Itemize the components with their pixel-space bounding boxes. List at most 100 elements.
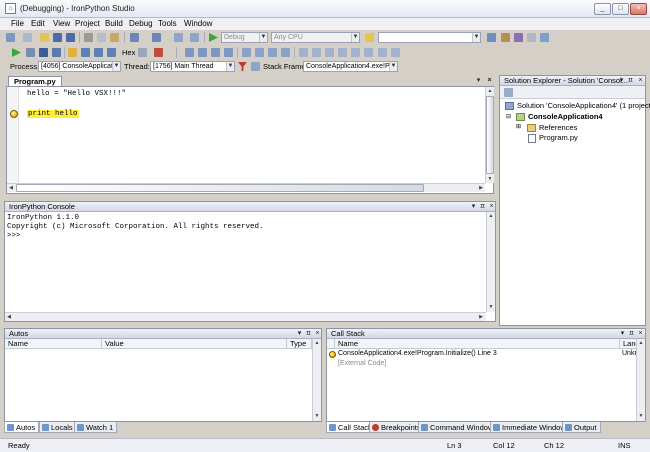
- tab-autos[interactable]: Autos: [4, 422, 40, 433]
- platform-select[interactable]: Any CPU ▼: [271, 32, 360, 43]
- toolbox-icon[interactable]: [527, 33, 536, 42]
- menu-debug[interactable]: Debug: [125, 18, 157, 30]
- stop-debugging-icon[interactable]: [39, 48, 48, 57]
- references-node[interactable]: References: [539, 123, 577, 132]
- solution-config-select[interactable]: Debug ▼: [221, 32, 268, 43]
- debug-windows-icon[interactable]: [154, 48, 163, 57]
- call-stack-row-1-name[interactable]: ConsoleApplication4.exe!Program.Initiali…: [338, 350, 497, 357]
- process-select[interactable]: [4056] ConsoleApplicatio ▼: [38, 61, 121, 72]
- uncomment-icon[interactable]: [281, 48, 290, 57]
- hex-toggle[interactable]: Hex: [122, 48, 135, 57]
- tab-immediate-window[interactable]: Immediate Window: [490, 422, 570, 433]
- find-in-files-icon[interactable]: [365, 33, 374, 42]
- scroll-down-icon[interactable]: ▼: [637, 412, 645, 420]
- editor-hscroll[interactable]: ◀ ▶: [7, 183, 485, 192]
- column-value[interactable]: Value: [102, 339, 287, 349]
- new-project-icon[interactable]: [6, 33, 15, 42]
- add-item-icon[interactable]: [23, 33, 32, 42]
- navigate-forward-icon[interactable]: [190, 33, 199, 42]
- close-button[interactable]: ×: [630, 3, 647, 15]
- window-position-icon[interactable]: ▾: [618, 329, 627, 339]
- solution-node[interactable]: Solution 'ConsoleApplication4' (1 projec…: [517, 101, 650, 110]
- tab-breakpoints[interactable]: Breakpoints: [369, 422, 425, 433]
- tab-output[interactable]: Output: [562, 422, 601, 433]
- minimize-button[interactable]: _: [594, 3, 611, 15]
- column-language[interactable]: Lang: [620, 339, 640, 349]
- column-type[interactable]: Type: [287, 339, 312, 349]
- scroll-up-icon[interactable]: ▲: [486, 87, 494, 95]
- tab-dropdown-icon[interactable]: ▾: [474, 76, 483, 86]
- menu-window[interactable]: Window: [180, 18, 216, 30]
- file-node-program-py[interactable]: Program.py: [539, 133, 578, 142]
- properties-button-icon[interactable]: [504, 88, 513, 97]
- close-pane-icon[interactable]: ×: [636, 329, 645, 339]
- breakpoints-window-icon[interactable]: [138, 48, 147, 57]
- pin-icon[interactable]: ㅍ: [627, 329, 636, 339]
- scroll-down-icon[interactable]: ▼: [487, 303, 495, 311]
- save-all-icon[interactable]: [66, 33, 75, 42]
- next-folder-bookmark-icon[interactable]: [351, 48, 360, 57]
- pin-icon[interactable]: ㅍ: [478, 202, 487, 212]
- hscroll-thumb[interactable]: [16, 184, 424, 192]
- open-folder-icon[interactable]: [40, 33, 49, 42]
- overflow-icon[interactable]: [391, 48, 400, 57]
- solution-explorer-icon[interactable]: [487, 33, 496, 42]
- menu-edit[interactable]: Edit: [27, 18, 49, 30]
- stack-frame-select[interactable]: ConsoleApplication4.exe!Pr ▼: [303, 61, 398, 72]
- indent-icon[interactable]: [242, 48, 251, 57]
- comment-icon[interactable]: [268, 48, 277, 57]
- menu-tools[interactable]: Tools: [154, 18, 181, 30]
- bookmark-icon[interactable]: [299, 48, 308, 57]
- column-name[interactable]: Name: [335, 339, 620, 349]
- pin-icon[interactable]: ㅍ: [626, 76, 635, 86]
- column-name[interactable]: Name: [5, 339, 102, 349]
- menu-project[interactable]: Project: [71, 18, 104, 30]
- scroll-up-icon[interactable]: ▲: [637, 339, 645, 347]
- redo-icon[interactable]: [152, 33, 161, 42]
- close-document-icon[interactable]: ×: [485, 76, 494, 86]
- scroll-up-icon[interactable]: ▲: [313, 339, 321, 347]
- scroll-left-icon[interactable]: ◀: [7, 184, 15, 192]
- step-into-icon[interactable]: [81, 48, 90, 57]
- pin-icon[interactable]: ㅍ: [304, 329, 313, 339]
- editor-vscroll[interactable]: ▲ ▼: [485, 87, 494, 183]
- font-size-icon[interactable]: [224, 48, 233, 57]
- call-stack-row-2-name[interactable]: [External Code]: [338, 360, 386, 367]
- object-browser-icon[interactable]: [514, 33, 523, 42]
- scroll-right-icon[interactable]: ▶: [477, 313, 485, 321]
- start-debugging-icon[interactable]: [209, 33, 218, 42]
- thread-select[interactable]: [1756] Main Thread ▼: [150, 61, 235, 72]
- start-page-icon[interactable]: [540, 33, 549, 42]
- find-combo[interactable]: ▼: [378, 32, 481, 43]
- format-icon[interactable]: [185, 48, 194, 57]
- call-stack-vscroll[interactable]: ▲ ▼: [636, 339, 645, 421]
- autos-vscroll[interactable]: ▲ ▼: [312, 339, 321, 421]
- scroll-down-icon[interactable]: ▼: [313, 412, 321, 420]
- console-prompt[interactable]: >>>: [7, 232, 21, 240]
- tab-command-window[interactable]: Command Window: [418, 422, 498, 433]
- undo-icon[interactable]: [130, 33, 139, 42]
- tab-locals[interactable]: Locals: [39, 422, 77, 433]
- window-position-icon[interactable]: ▾: [469, 202, 478, 212]
- project-node[interactable]: ConsoleApplication4: [528, 112, 603, 121]
- toggle-threads-icon[interactable]: [251, 62, 260, 71]
- continue-icon[interactable]: [12, 48, 21, 57]
- outdent-icon[interactable]: [255, 48, 264, 57]
- scroll-left-icon[interactable]: ◀: [5, 313, 13, 321]
- code-editor[interactable]: hello = "Hello VSX!!!" print hello ▲ ▼ ◀…: [6, 86, 494, 194]
- close-pane-icon[interactable]: ×: [313, 329, 322, 339]
- copy-icon[interactable]: [97, 33, 106, 42]
- menu-file[interactable]: File: [7, 18, 28, 30]
- console-hscroll[interactable]: ◀ ▶: [5, 312, 486, 321]
- collapse-icon[interactable]: ⊟: [506, 113, 511, 120]
- align-icon[interactable]: [198, 48, 207, 57]
- tab-watch-1[interactable]: Watch 1: [74, 422, 118, 433]
- show-next-statement-icon[interactable]: [68, 48, 77, 57]
- filter-icon[interactable]: [238, 62, 247, 71]
- break-all-icon[interactable]: [26, 48, 35, 57]
- cut-icon[interactable]: [84, 33, 93, 42]
- step-over-icon[interactable]: [94, 48, 103, 57]
- console-vscroll[interactable]: ▲ ▼: [486, 212, 495, 312]
- next-bookmark-icon[interactable]: [325, 48, 334, 57]
- editor-tab-program-py[interactable]: Program.py: [8, 76, 62, 86]
